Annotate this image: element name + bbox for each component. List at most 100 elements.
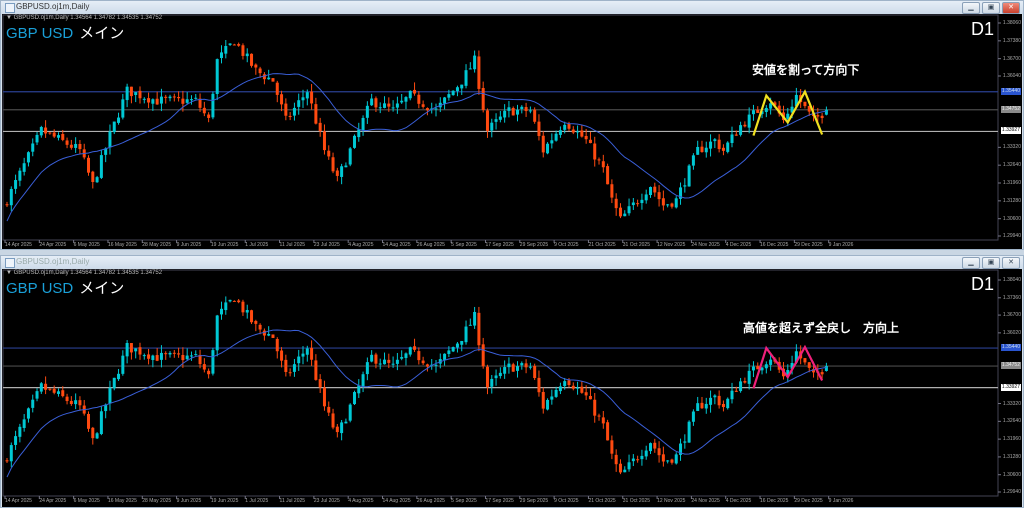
price-chart[interactable]: ▼ GBPUSD.oj1m,Daily 1.34564 1.34782 1.34… bbox=[2, 269, 1022, 507]
candle-body bbox=[267, 333, 271, 336]
candle-body bbox=[516, 109, 520, 115]
candle bbox=[44, 120, 48, 138]
close-button[interactable]: ✕ bbox=[1002, 2, 1020, 14]
candle-body bbox=[374, 98, 378, 108]
symbol-name: GBP USD bbox=[6, 25, 74, 42]
candle-body bbox=[468, 324, 472, 326]
candle bbox=[357, 122, 361, 142]
candle bbox=[546, 398, 550, 411]
candlestick-plot bbox=[2, 269, 1001, 499]
candle bbox=[683, 434, 687, 449]
candle bbox=[640, 449, 644, 466]
candle-body bbox=[464, 326, 468, 343]
candle bbox=[108, 124, 112, 155]
candle-body bbox=[734, 134, 738, 136]
candle-body bbox=[614, 198, 618, 209]
title-bar[interactable]: GBPUSD.oj1m,Daily ▁ ▣ ✕ bbox=[1, 256, 1023, 269]
title-bar[interactable]: GBPUSD.oj1m,Daily ▁ ▣ ✕ bbox=[1, 1, 1023, 14]
candle bbox=[803, 101, 807, 109]
candle bbox=[537, 370, 541, 397]
candle bbox=[618, 459, 622, 475]
candle bbox=[413, 82, 417, 96]
candle bbox=[185, 92, 189, 105]
chart-window-top[interactable]: GBPUSD.oj1m,Daily ▁ ▣ ✕ ▼ GBPUSD.oj1m,Da… bbox=[0, 0, 1024, 250]
candle bbox=[322, 124, 326, 155]
maximize-button[interactable]: ▣ bbox=[982, 2, 1000, 14]
candle-body bbox=[683, 441, 687, 443]
candle-body bbox=[250, 53, 254, 66]
close-button[interactable]: ✕ bbox=[1002, 257, 1020, 269]
candle-body bbox=[224, 45, 228, 54]
candle bbox=[280, 90, 284, 112]
candle-body bbox=[39, 127, 43, 136]
candle bbox=[726, 141, 730, 154]
candle-body bbox=[498, 116, 502, 120]
candle-body bbox=[700, 146, 704, 153]
candle bbox=[485, 108, 489, 138]
candle bbox=[550, 133, 554, 149]
candle bbox=[327, 145, 331, 160]
candle-body bbox=[653, 442, 657, 449]
candle-body bbox=[331, 157, 335, 172]
plot-frame bbox=[2, 14, 999, 241]
candle bbox=[125, 83, 129, 108]
candle-body bbox=[39, 383, 43, 392]
price-axis-label: 1.36700 bbox=[1002, 55, 1021, 62]
candle bbox=[194, 94, 198, 100]
date-axis-label: 14 Aug 2025 bbox=[382, 498, 411, 504]
candle bbox=[335, 167, 339, 182]
candle-body bbox=[9, 188, 13, 206]
candle-body bbox=[215, 315, 219, 351]
candle-body bbox=[275, 82, 279, 95]
candle bbox=[417, 347, 421, 365]
candle-body bbox=[164, 353, 168, 355]
candle bbox=[262, 72, 266, 85]
candle-body bbox=[134, 348, 138, 352]
date-axis-label: 5 Sep 2025 bbox=[451, 498, 477, 504]
candle bbox=[327, 401, 331, 417]
candle bbox=[739, 121, 743, 137]
candle-body bbox=[280, 94, 284, 105]
candle bbox=[344, 162, 348, 168]
candle bbox=[288, 112, 292, 121]
minimize-button[interactable]: ▁ bbox=[962, 2, 980, 14]
candle bbox=[232, 43, 236, 46]
date-axis-label: 19 Jun 2025 bbox=[210, 498, 239, 504]
candle bbox=[413, 338, 417, 353]
candle-body bbox=[816, 115, 820, 117]
candle bbox=[220, 45, 223, 64]
candle-body bbox=[52, 132, 56, 137]
candle-body bbox=[756, 109, 760, 113]
maximize-button[interactable]: ▣ bbox=[982, 257, 1000, 269]
annotation-text: 安値を割って方向下 bbox=[752, 63, 860, 77]
candle-body bbox=[48, 388, 52, 390]
candle bbox=[292, 358, 296, 377]
candle-body bbox=[473, 55, 477, 70]
moving-average-line bbox=[6, 73, 827, 222]
candle-body bbox=[22, 419, 26, 428]
candle-body bbox=[365, 105, 369, 118]
candle-body bbox=[468, 68, 472, 70]
candle bbox=[588, 388, 592, 400]
candle bbox=[451, 346, 455, 353]
candle bbox=[44, 376, 48, 395]
candle bbox=[134, 348, 138, 359]
candle bbox=[164, 94, 168, 104]
candle-body bbox=[824, 109, 828, 115]
price-chart[interactable]: ▼ GBPUSD.oj1m,Daily 1.34564 1.34782 1.34… bbox=[2, 14, 1022, 249]
candle bbox=[348, 147, 352, 167]
candle bbox=[687, 420, 691, 443]
candle-body bbox=[644, 450, 648, 457]
candle-body bbox=[730, 134, 734, 143]
candle bbox=[580, 125, 584, 138]
candle-body bbox=[408, 90, 412, 99]
candle-body bbox=[674, 454, 678, 464]
candle bbox=[636, 455, 640, 463]
chart-window-bottom[interactable]: GBPUSD.oj1m,Daily ▁ ▣ ✕ ▼ GBPUSD.oj1m,Da… bbox=[0, 255, 1024, 508]
date-axis-label: 24 Nov 2025 bbox=[691, 498, 720, 504]
candle bbox=[310, 84, 314, 110]
candle-body bbox=[177, 353, 181, 355]
candle bbox=[679, 182, 683, 205]
symbol-name: GBP USD bbox=[6, 280, 74, 297]
minimize-button[interactable]: ▁ bbox=[962, 257, 980, 269]
